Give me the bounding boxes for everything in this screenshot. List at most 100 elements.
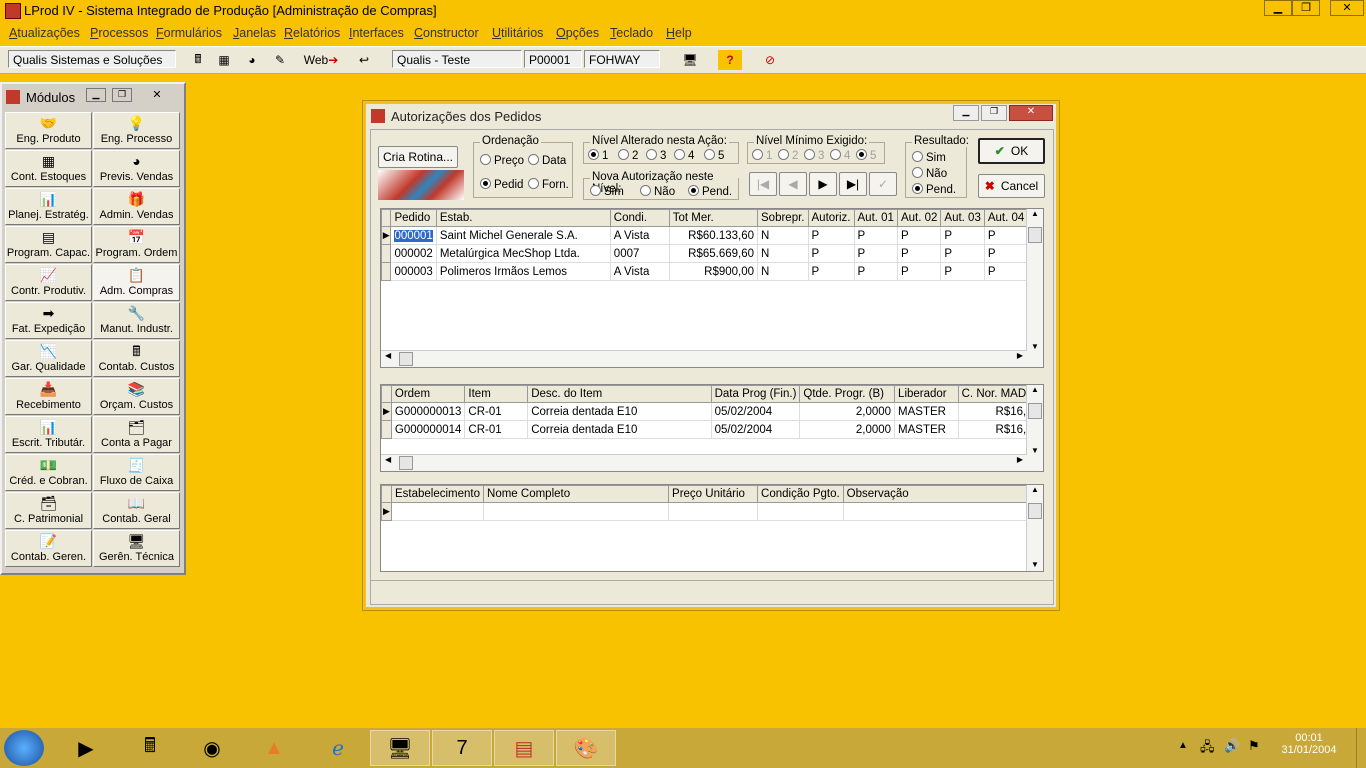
table-cell[interactable]: P [807, 226, 855, 245]
column-header[interactable]: Sobrepr. [757, 209, 809, 227]
column-header[interactable]: Preço Unitário [668, 485, 759, 503]
module-button[interactable]: 💵 Créd. e Cobran. [5, 454, 92, 491]
stop-icon[interactable]: ⊘ [758, 50, 782, 70]
table-cell[interactable]: P [940, 226, 985, 245]
column-header[interactable]: Tot Mer. [668, 209, 759, 227]
menu-utilitarios[interactable]: Utilitários [492, 26, 543, 40]
table-cell[interactable]: 2,0000 [799, 420, 896, 439]
column-header[interactable]: Aut. 01 [853, 209, 898, 227]
module-button[interactable]: 💡 Eng. Processo [93, 112, 180, 149]
module-button[interactable]: ▦ Cont. Estoques [5, 150, 92, 187]
calculator-icon[interactable]: 🖩 [120, 730, 180, 766]
table-cell[interactable]: G000000013 [390, 402, 466, 421]
module-button[interactable]: 📚 Orçam. Custos [93, 378, 180, 415]
module-button[interactable]: 📉 Gar. Qualidade [5, 340, 92, 377]
column-header[interactable]: Autoriz. [807, 209, 855, 227]
orders-hscroll-thumb[interactable] [399, 352, 413, 366]
menu-interfaces[interactable]: Interfaces [349, 26, 404, 40]
module-button[interactable]: 📥 Recebimento [5, 378, 92, 415]
table-cell[interactable]: 05/02/2004 [710, 420, 801, 439]
module-button[interactable]: 🤝 Eng. Produto [5, 112, 92, 149]
quotes-vscroll-thumb[interactable] [1028, 503, 1042, 519]
module-button[interactable]: 📅 Program. Ordem [93, 226, 180, 263]
tray-chevron-icon[interactable]: ▲ [1178, 740, 1188, 751]
menu-janelas[interactable]: Janelas [233, 26, 276, 40]
table-cell[interactable]: N [757, 262, 809, 281]
menu-opcoes[interactable]: Opções [556, 26, 599, 40]
radio-nova-sim[interactable]: Sim [590, 185, 624, 198]
table-cell[interactable]: P [983, 262, 1029, 281]
table-row[interactable]: 000003 Polimeros Irmãos Lemos A Vista R$900… [381, 262, 1043, 281]
help-icon[interactable]: ? [718, 50, 742, 70]
module-button[interactable]: 🎁 Admin. Vendas [93, 188, 180, 225]
remote-desktop-icon[interactable]: 🖥 [370, 730, 430, 766]
orders-vertical-scrollbar[interactable]: ▲ ▼ [1026, 209, 1043, 367]
menu-relatorios[interactable]: Relatórios [284, 26, 340, 40]
radio-forn[interactable]: Forn. [528, 178, 569, 191]
table-cell[interactable]: P [896, 262, 942, 281]
table-cell[interactable]: 000003 [390, 262, 437, 281]
module-button[interactable]: 📋 Adm. Compras [93, 264, 180, 301]
table-cell[interactable] [483, 502, 670, 521]
volume-icon[interactable]: 🔊 [1224, 738, 1240, 754]
table-cell[interactable]: N [757, 226, 809, 245]
quotes-grid[interactable]: Estabelecimento Nome Completo Preço Unitár… [380, 484, 1044, 572]
module-button[interactable]: 🗂 Conta a Pagar [93, 416, 180, 453]
column-header[interactable]: Pedido [390, 209, 437, 227]
maximize-button[interactable]: ❐ [1292, 0, 1320, 16]
radio-nivel-2[interactable]: 2 [618, 149, 638, 162]
table-cell[interactable]: P [807, 244, 855, 263]
vlc-icon[interactable]: ▲ [244, 730, 304, 766]
modules-minimize-button[interactable]: ▁ [86, 88, 106, 102]
table-cell[interactable]: Correia dentada E10 [527, 420, 712, 439]
module-button[interactable]: 📝 Contab. Geren. [5, 530, 92, 567]
modules-maximize-button[interactable]: ❐ [112, 88, 132, 102]
confirm-record-button[interactable]: ✓ [869, 172, 897, 196]
menu-help[interactable]: Help [666, 26, 692, 40]
table-cell[interactable]: G000000014 [390, 420, 466, 439]
table-cell[interactable]: R$65.669,60 [668, 244, 759, 263]
table-cell[interactable]: 000001 [390, 226, 437, 245]
table-cell[interactable]: P [807, 262, 855, 281]
table-cell[interactable]: P [940, 262, 985, 281]
radio-resultado-nao[interactable]: Não [912, 167, 947, 180]
table-row[interactable]: ▶ 000001 Saint Michel Generale S.A. A Vista… [381, 226, 1043, 245]
module-button[interactable]: 📈 Contr. Produtiv. [5, 264, 92, 301]
radio-preco[interactable]: Preço [480, 154, 524, 167]
column-header[interactable]: Desc. do Item [527, 385, 712, 403]
column-header[interactable]: Observação [842, 485, 1029, 503]
table-cell[interactable]: P [853, 226, 898, 245]
radio-resultado-sim[interactable]: Sim [912, 151, 946, 164]
column-header[interactable]: Estabelecimento [390, 485, 485, 503]
monitor-icon[interactable]: 🖥 [678, 50, 702, 70]
radio-nivel-4[interactable]: 4 [674, 149, 694, 162]
first-record-button[interactable]: |◀ [749, 172, 777, 196]
module-button[interactable]: 🖩 Contab. Custos [93, 340, 180, 377]
menu-formularios[interactable]: Formulários [156, 26, 222, 40]
column-header[interactable]: Aut. 04 [983, 209, 1029, 227]
radio-data[interactable]: Data [528, 154, 566, 167]
column-header[interactable]: Condição Pgto. [757, 485, 844, 503]
dialog-maximize-button[interactable]: ❐ [981, 105, 1007, 121]
module-button[interactable]: 🗃 C. Patrimonial [5, 492, 92, 529]
table-cell[interactable]: P [940, 244, 985, 263]
media-player-icon[interactable]: ▶ [56, 730, 116, 766]
table-cell[interactable]: Polimeros Irmãos Lemos [435, 262, 611, 281]
zip-archiver-icon[interactable]: 7 [432, 730, 492, 766]
paint-icon[interactable]: 🎨 [556, 730, 616, 766]
table-cell[interactable]: MASTER [894, 402, 959, 421]
network-icon[interactable]: 🖧 [1200, 738, 1215, 760]
module-button[interactable]: 🔧 Manut. Industr. [93, 302, 180, 339]
table-cell[interactable]: 000002 [390, 244, 437, 263]
pencil-icon[interactable]: ✎ [268, 50, 292, 70]
column-header[interactable]: Data Prog (Fin.) [710, 385, 801, 403]
column-header[interactable]: Condi. [609, 209, 670, 227]
cancel-button[interactable]: ✖ Cancel [978, 174, 1045, 198]
column-header[interactable]: Nome Completo [483, 485, 670, 503]
table-row[interactable]: ▶ G000000013 CR-01 Correia dentada E10 05/02… [381, 402, 1043, 421]
items-grid[interactable]: Ordem Item Desc. do Item Data Prog (Fin.) Qt… [380, 384, 1044, 472]
dialog-close-button[interactable]: ✕ [1009, 105, 1053, 121]
column-header[interactable]: Aut. 02 [896, 209, 942, 227]
radio-nivel-3[interactable]: 3 [646, 149, 666, 162]
table-cell[interactable]: A Vista [609, 226, 670, 245]
